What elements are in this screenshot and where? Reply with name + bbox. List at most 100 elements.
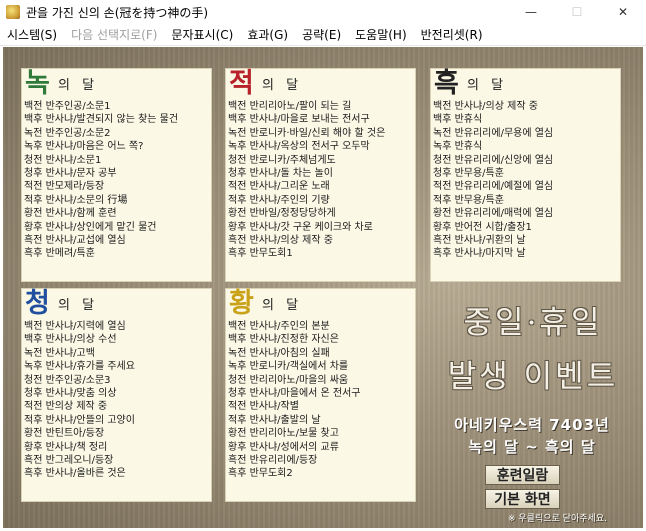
event-item: 적전 반모제라/등장 <box>24 181 105 193</box>
event-item: 적후 반사냐/출발의 날 <box>228 414 321 426</box>
event-item: 백전 반사냐/주인의 본분 <box>228 321 330 332</box>
event-item: 흑전 반사냐/귀환의 날 <box>433 235 526 247</box>
event-list: 백전 반사냐/의상 제작 중 백후 반휴식 녹전 반유리리에/무용에 열심 녹후… <box>433 100 553 261</box>
app-icon <box>6 5 20 19</box>
event-item: 백후 반사냐/진정한 자신은 <box>228 334 339 346</box>
home-screen-button[interactable]: 기본 화면 <box>485 489 560 509</box>
minimize-button[interactable]: — <box>508 0 554 24</box>
menu-effects[interactable]: 효과(G) <box>240 26 295 43</box>
maximize-button: ☐ <box>571 5 583 19</box>
event-item: 황전 반리리아노/보물 찾고 <box>228 428 339 440</box>
event-list: 백전 반사냐/지력에 열심 백후 반사냐/의상 수선 녹전 반사냐/고백 녹후 … <box>24 320 135 481</box>
month-initial: 적 <box>229 68 254 99</box>
event-item: 흑후 반사냐/올바른 것은 <box>24 468 126 480</box>
event-item: 황전 반유리리에/매력에 열심 <box>433 208 554 220</box>
month-panel-yellow: 황 의 달 백전 반사냐/주인의 본분 백후 반사냐/진정한 자신은 녹전 반사… <box>225 288 416 502</box>
title-bar: 관을 가진 신의 손(冠を持つ神の手) — ☐ ✕ <box>0 0 646 24</box>
event-item: 흑후 반메려/특훈 <box>24 248 95 260</box>
event-item: 녹전 반사냐/고백 <box>24 347 95 359</box>
event-item: 흑전 반사냐/의상 제작 중 <box>228 235 333 247</box>
event-item: 황전 반바일/정정당당하게 <box>228 208 336 220</box>
event-item: 녹후 반사냐/마음은 어느 쪽? <box>24 141 144 153</box>
menu-bar: 시스템(S) 다음 선택지로(F) 문자표시(C) 효과(G) 공략(E) 도움… <box>0 24 646 46</box>
month-initial: 황 <box>229 288 254 319</box>
heading-line-2: 발생 이벤트 <box>447 359 619 395</box>
event-item: 청후 반무용/특훈 <box>433 168 504 180</box>
panel-header: 적 의 달 <box>226 69 415 99</box>
event-item: 청후 반사냐/마을에서 온 전서구 <box>228 388 361 400</box>
event-list: 백전 반사냐/주인의 본분 백후 반사냐/진정한 자신은 녹전 반사냐/아침의 … <box>228 320 361 481</box>
menu-help[interactable]: 도움말(H) <box>348 26 414 43</box>
menu-system[interactable]: 시스템(S) <box>0 26 64 43</box>
close-button[interactable]: ✕ <box>600 0 646 24</box>
event-item: 적전 반사냐/작별 <box>228 401 299 413</box>
event-item: 황후 반사냐/갓 구운 케이크와 차로 <box>228 221 373 233</box>
event-item: 황후 반사냐/책 정리 <box>24 441 108 453</box>
event-item: 녹전 반사냐/아침의 실패 <box>228 347 330 359</box>
event-item: 백전 반주인공/소문1 <box>24 101 111 112</box>
month-suffix: 의 달 <box>262 78 303 93</box>
game-screen[interactable]: 冠 神 녹 의 달 백전 반주인공/소문1 백후 반사냐/발견되지 않는 찾는 … <box>3 47 643 528</box>
event-list: 백전 반주인공/소문1 백후 반사냐/발견되지 않는 찾는 물건 녹전 반주인공… <box>24 100 178 261</box>
calendar-year: 아네키우스력 7403년 <box>454 416 610 434</box>
event-item: 청전 반주인공/소문3 <box>24 374 111 386</box>
month-panel-red: 적 의 달 백전 반리리아노/팔이 되는 길 백후 반사냐/마을로 보내는 전서… <box>225 68 416 282</box>
event-item: 흑후 반사냐/마지막 날 <box>433 248 526 260</box>
event-item: 황전 반틴트아/등장 <box>24 428 105 440</box>
event-item: 흑전 반유리리에/등장 <box>228 455 318 467</box>
event-item: 녹후 반휴식 <box>433 141 483 153</box>
month-suffix: 의 달 <box>467 78 508 93</box>
event-item: 청후 반사냐/돌 차는 놀이 <box>228 168 333 180</box>
event-item: 청전 반리리아노/마을의 싸움 <box>228 374 349 386</box>
event-item: 적후 반사냐/주인의 기량 <box>228 194 330 206</box>
event-item: 백후 반사냐/마을로 보내는 전서구 <box>228 114 370 126</box>
panel-header: 녹 의 달 <box>22 69 211 99</box>
event-item: 녹후 반로니카/객실에서 차를 <box>228 361 349 373</box>
training-list-button[interactable]: 훈련일람 <box>485 465 560 485</box>
month-suffix: 의 달 <box>262 298 303 313</box>
event-item: 황전 반사냐/함께 훈련 <box>24 208 117 220</box>
event-item: 녹전 반유리리에/무용에 열심 <box>433 127 554 139</box>
event-item: 황후 반어전 시합/출장1 <box>433 221 532 233</box>
month-initial: 청 <box>25 288 50 319</box>
event-item: 청후 반사냐/맞춤 의상 <box>24 388 117 400</box>
event-item: 녹전 반로니카·바일/신뢰 해야 할 것은 <box>228 127 386 139</box>
event-item: 적후 반무용/특훈 <box>433 194 504 206</box>
month-suffix: 의 달 <box>58 78 99 93</box>
event-item: 흑후 반무도회1 <box>228 248 293 260</box>
month-initial: 흑 <box>434 68 459 99</box>
event-item: 백후 반휴식 <box>433 114 483 126</box>
event-item: 청전 반사냐/소문1 <box>24 154 102 166</box>
panel-header: 황 의 달 <box>226 289 415 319</box>
panel-header: 청 의 달 <box>22 289 211 319</box>
event-item: 녹전 반주인공/소문2 <box>24 127 111 139</box>
event-item: 백전 반사냐/지력에 열심 <box>24 321 126 332</box>
month-panel-blue: 청 의 달 백전 반사냐/지력에 열심 백후 반사냐/의상 수선 녹전 반사냐/… <box>21 288 212 502</box>
event-item: 백전 반사냐/의상 제작 중 <box>433 101 538 112</box>
menu-next-choice: 다음 선택지로(F) <box>71 28 158 42</box>
menu-text-display[interactable]: 문자표시(C) <box>164 26 240 43</box>
month-initial: 녹 <box>25 68 50 99</box>
event-item: 적후 반사냐/안뜰의 고양이 <box>24 414 135 426</box>
event-item: 백전 반리리아노/팔이 되는 길 <box>228 101 352 112</box>
event-item: 백후 반사냐/의상 수선 <box>24 334 117 346</box>
menu-reset[interactable]: 반전리셋(R) <box>414 26 490 43</box>
event-item: 녹후 반사냐/휴가를 주세요 <box>24 361 135 373</box>
event-item: 적후 반사냐/소문의 行場 <box>24 194 128 206</box>
month-range: 녹의 달 ~ 흑의 달 <box>468 438 596 456</box>
app-window: 관을 가진 신의 손(冠を持つ神の手) — ☐ ✕ 시스템(S) 다음 선택지로… <box>0 0 646 531</box>
month-panel-black: 흑 의 달 백전 반사냐/의상 제작 중 백후 반휴식 녹전 반유리리에/무용에… <box>430 68 621 282</box>
panel-header: 흑 의 달 <box>431 69 620 99</box>
menu-walkthrough[interactable]: 공략(E) <box>295 26 348 43</box>
event-item: 흑전 반그레오니/등장 <box>24 455 114 467</box>
event-item: 흑전 반사냐/교섭에 열심 <box>24 235 126 247</box>
event-item: 백후 반사냐/발견되지 않는 찾는 물건 <box>24 114 179 126</box>
event-item: 적전 반사냐/그리운 노래 <box>228 181 330 193</box>
event-item: 적전 반의상 제작 중 <box>24 401 108 413</box>
month-panel-green: 녹 의 달 백전 반주인공/소문1 백후 반사냐/발견되지 않는 찾는 물건 녹… <box>21 68 212 282</box>
event-item: 청후 반사냐/문자 공부 <box>24 168 117 180</box>
event-item: 황후 반사냐/상인에게 맡긴 물건 <box>24 221 157 233</box>
heading-line-1: 중일·휴일 <box>463 305 603 341</box>
event-item: 녹후 반사냐/옥상의 전서구 오두막 <box>228 141 370 153</box>
window-controls: — ☐ ✕ <box>508 0 646 24</box>
